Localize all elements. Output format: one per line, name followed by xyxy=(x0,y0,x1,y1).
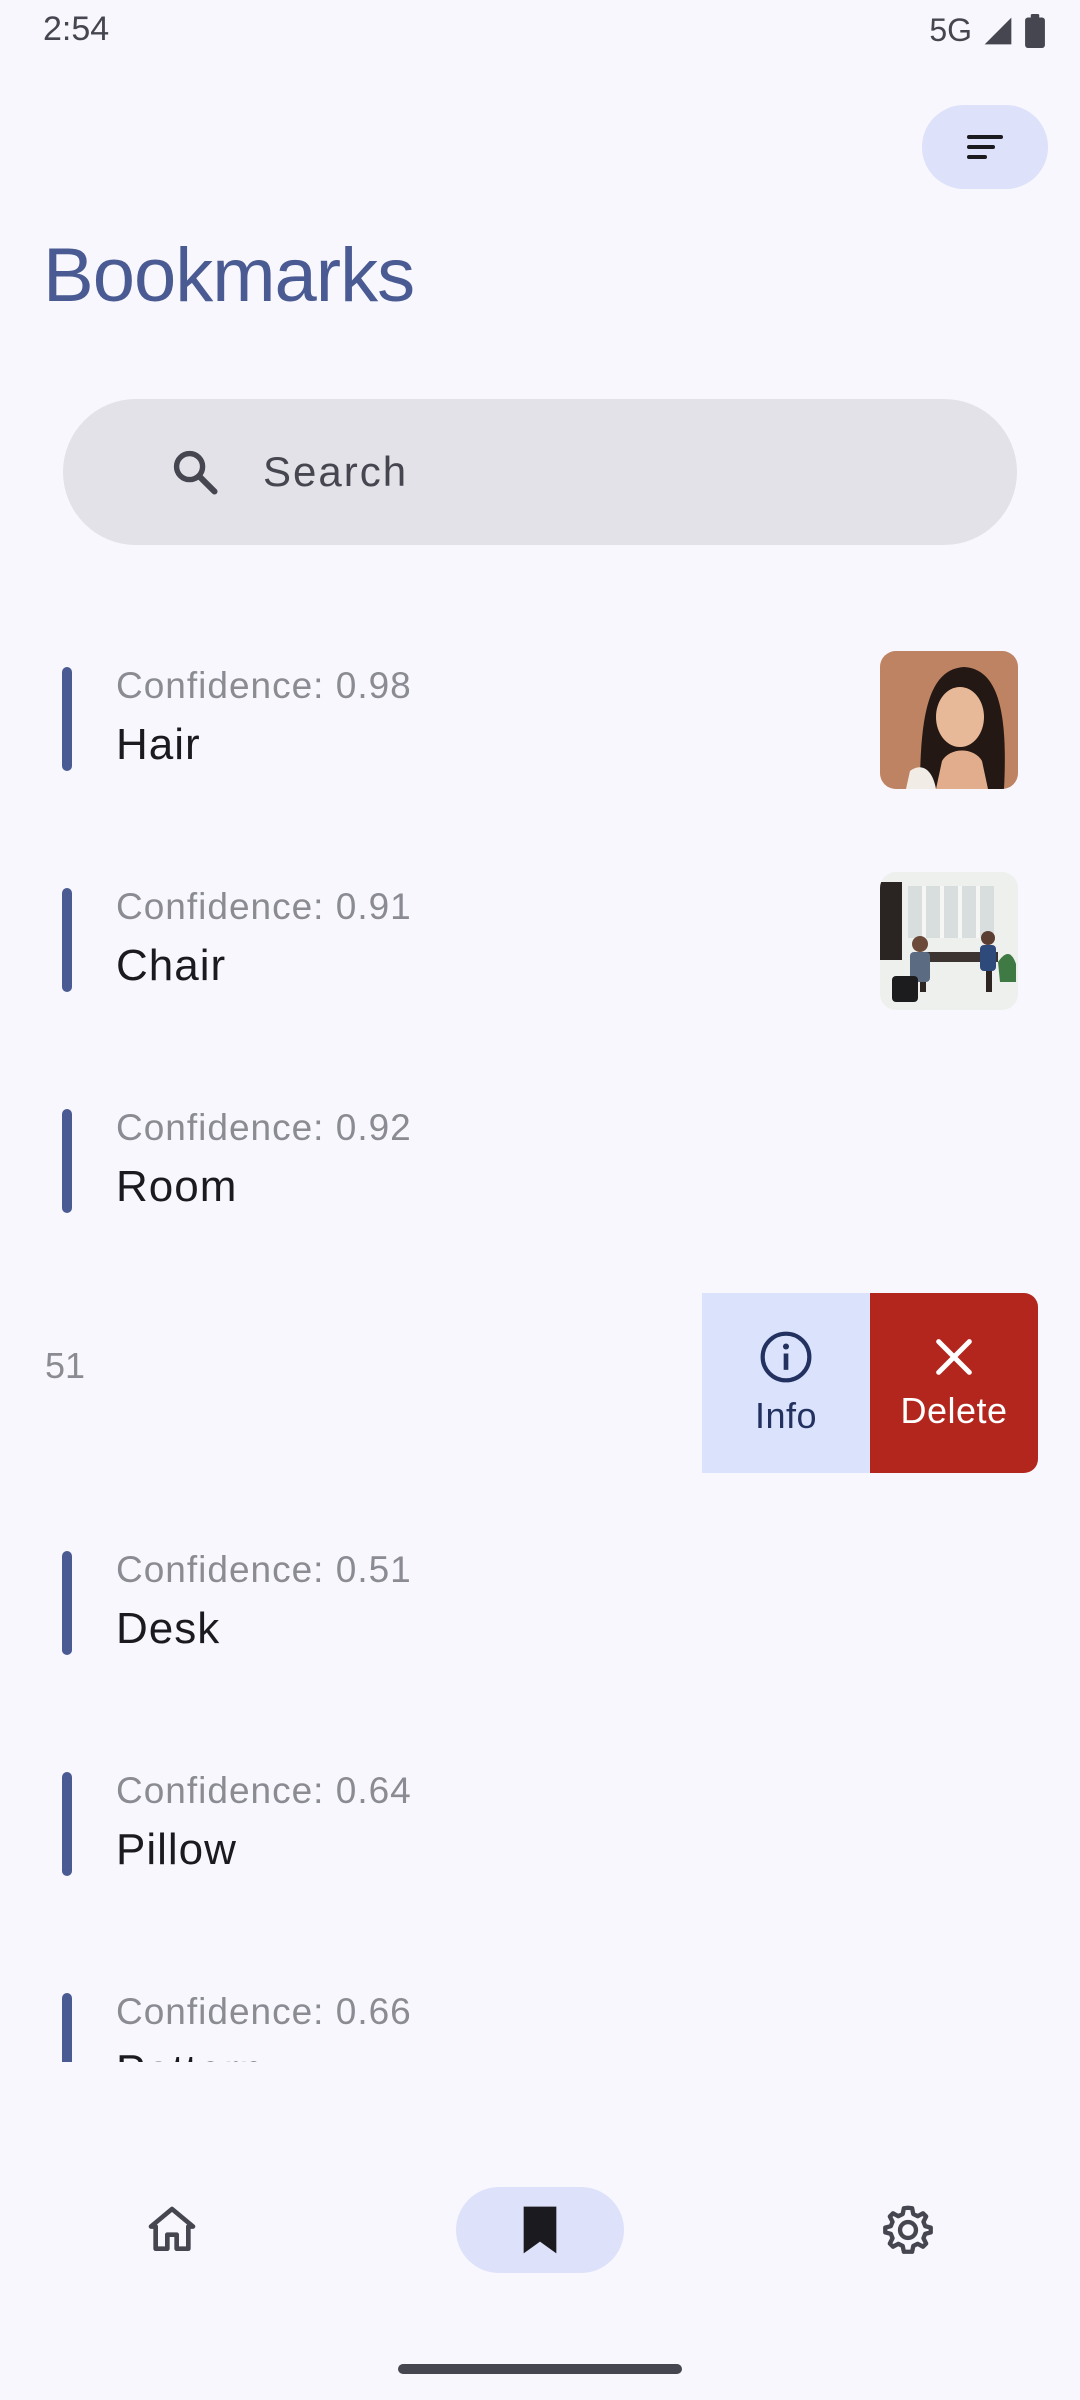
list-item[interactable]: Confidence: 0.98 Hair xyxy=(0,620,1080,841)
list-item[interactable]: Confidence: 0.92 Room xyxy=(0,1062,1080,1283)
swiped-list-item[interactable]: 51 Info Delete xyxy=(0,1293,1080,1473)
status-bar: 2:54 5G xyxy=(0,0,1080,62)
bottom-navigation xyxy=(0,2135,1080,2325)
accent-bar xyxy=(62,667,72,771)
close-icon xyxy=(936,1339,972,1375)
confidence-text: Confidence: 0.51 xyxy=(116,1549,412,1590)
battery-icon xyxy=(1025,13,1045,48)
bookmarks-list: Confidence: 0.98 Hair Confidence: 0.91 C… xyxy=(0,620,1080,2062)
status-time: 2:54 xyxy=(43,10,110,48)
item-label: Room xyxy=(116,1162,238,1211)
item-label: Chair xyxy=(116,941,227,990)
list-item[interactable]: Confidence: 0.91 Chair xyxy=(0,841,1080,1062)
bookmark-icon xyxy=(523,2206,557,2254)
signal-icon xyxy=(984,17,1012,44)
info-icon xyxy=(760,1331,812,1383)
list-item[interactable]: Confidence: 0.66 Pattern xyxy=(0,1946,1080,2062)
thumbnail-office[interactable] xyxy=(880,872,1018,1010)
search-input[interactable] xyxy=(263,399,963,545)
gesture-handle[interactable] xyxy=(398,2364,682,2374)
delete-label: Delete xyxy=(900,1390,1008,1431)
list-item[interactable]: Confidence: 0.51 Desk xyxy=(0,1504,1080,1725)
network-type: 5G xyxy=(929,12,972,48)
confidence-text: Confidence: 0.91 xyxy=(116,886,412,927)
item-label: Pattern xyxy=(116,2046,265,2062)
accent-bar xyxy=(62,1772,72,1876)
sort-icon xyxy=(967,135,1003,159)
confidence-text: Confidence: 0.66 xyxy=(116,1991,412,2032)
info-button[interactable]: Info xyxy=(702,1293,870,1473)
delete-button[interactable]: Delete xyxy=(870,1293,1038,1473)
info-label: Info xyxy=(754,1395,818,1436)
thumbnail-portrait[interactable] xyxy=(880,651,1018,789)
search-icon xyxy=(173,450,218,495)
settings-icon xyxy=(883,2205,933,2254)
sort-button[interactable] xyxy=(922,105,1048,189)
accent-bar xyxy=(62,1551,72,1655)
nav-home[interactable] xyxy=(102,2187,242,2273)
nav-bookmarks[interactable] xyxy=(456,2187,624,2273)
nav-settings[interactable] xyxy=(838,2187,978,2273)
item-label: Desk xyxy=(116,1604,221,1653)
search-bar[interactable] xyxy=(63,399,1017,545)
item-label: Pillow xyxy=(116,1825,237,1874)
confidence-text: Confidence: 0.98 xyxy=(116,665,412,706)
confidence-text: Confidence: 0.92 xyxy=(116,1107,412,1148)
swiped-item-value: 51 xyxy=(45,1345,86,1386)
accent-bar xyxy=(62,888,72,992)
page-title: Bookmarks xyxy=(43,233,415,318)
list-item[interactable]: Confidence: 0.64 Pillow xyxy=(0,1725,1080,1946)
home-icon xyxy=(148,2206,196,2251)
item-label: Hair xyxy=(116,720,201,769)
accent-bar xyxy=(62,1109,72,1213)
accent-bar xyxy=(62,1993,72,2062)
status-indicators: 5G xyxy=(929,12,1046,49)
confidence-text: Confidence: 0.64 xyxy=(116,1770,412,1811)
